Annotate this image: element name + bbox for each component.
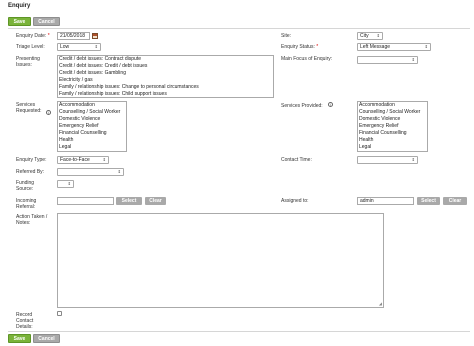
- list-item[interactable]: Credit / debt issues: Contract dispute: [58, 56, 273, 63]
- save-button-top[interactable]: Save: [8, 17, 31, 26]
- funding-source-select[interactable]: ⇕: [57, 180, 74, 188]
- incoming-referral-input[interactable]: [57, 197, 114, 205]
- enquiry-status-label: Enquiry Status: *: [281, 44, 319, 50]
- list-item[interactable]: Counselling / Social Worker: [58, 109, 126, 116]
- enquiry-date-input[interactable]: 21/05/2018: [57, 32, 90, 40]
- triage-level-value: Low: [60, 44, 70, 50]
- info-icon[interactable]: i: [46, 110, 51, 115]
- main-focus-select[interactable]: ⇕: [357, 56, 418, 64]
- referred-by-label: Referred By:: [16, 169, 45, 175]
- services-provided-listbox[interactable]: Accommodation Counselling / Social Worke…: [357, 101, 428, 152]
- incoming-referral-clear-button[interactable]: Clear: [145, 197, 166, 205]
- chevron-down-icon: ⇕: [117, 169, 121, 174]
- main-focus-label: Main Focus of Enquiry:: [281, 56, 333, 62]
- info-icon[interactable]: i: [328, 102, 333, 107]
- incoming-referral-label: Incoming Referral:: [16, 198, 37, 210]
- triage-level-select[interactable]: Low ⇕: [57, 43, 101, 51]
- chevron-down-icon: ⇕: [411, 157, 415, 162]
- list-item[interactable]: Legal: [58, 144, 126, 151]
- chevron-down-icon: ⇕: [94, 44, 98, 49]
- list-item[interactable]: Accommodation: [358, 102, 427, 109]
- chevron-down-icon: ⇕: [102, 157, 106, 162]
- list-item[interactable]: Credit / debt issues: Credit / debt issu…: [58, 63, 273, 70]
- list-item[interactable]: Health: [358, 137, 427, 144]
- list-item[interactable]: Electricity / gas: [58, 77, 273, 84]
- list-item[interactable]: Emergency Relief: [58, 123, 126, 130]
- list-item[interactable]: Accommodation: [58, 102, 126, 109]
- chevron-down-icon: ⇕: [424, 44, 428, 49]
- list-item[interactable]: Financial Counselling: [58, 130, 126, 137]
- incoming-referral-select-button[interactable]: Select: [116, 197, 142, 205]
- record-contact-details-checkbox[interactable]: [57, 311, 62, 316]
- enquiry-type-select[interactable]: Face-to-Face ⇕: [57, 156, 109, 164]
- list-item[interactable]: Domestic Violence: [58, 116, 126, 123]
- list-item[interactable]: Family / relationship issues: Child supp…: [58, 91, 273, 97]
- contact-time-select[interactable]: ⇕: [357, 156, 418, 164]
- triage-level-label: Triage Level:: [16, 44, 45, 50]
- chevron-down-icon: ⇕: [376, 33, 380, 38]
- enquiry-status-value: Left Message: [360, 44, 391, 50]
- enquiry-type-label: Enquiry Type:: [16, 157, 47, 163]
- services-requested-listbox[interactable]: Accommodation Counselling / Social Worke…: [57, 101, 127, 152]
- assigned-to-select-button[interactable]: Select: [417, 197, 440, 205]
- assigned-to-clear-button[interactable]: Clear: [443, 197, 467, 205]
- save-button-bottom[interactable]: Save: [8, 334, 31, 343]
- list-item[interactable]: Financial Counselling: [358, 130, 427, 137]
- presenting-issues-label: Presenting Issues:: [16, 56, 40, 68]
- funding-source-label: Funding Source:: [16, 180, 35, 192]
- list-item[interactable]: Legal: [358, 144, 427, 151]
- list-item[interactable]: Emergency Relief: [358, 123, 427, 130]
- cancel-button-bottom[interactable]: Cancel: [33, 334, 60, 343]
- enquiry-status-select[interactable]: Left Message ⇕: [357, 43, 431, 51]
- services-provided-label: Services Provided:: [281, 103, 323, 109]
- assigned-to-input[interactable]: admin: [357, 197, 414, 205]
- record-contact-details-label: Record Contact Details:: [16, 312, 34, 330]
- list-item[interactable]: Counselling / Social Worker: [358, 109, 427, 116]
- list-item[interactable]: Credit / debt issues: Gambling: [58, 70, 273, 77]
- site-label: Site:: [281, 33, 292, 39]
- site-value: City: [360, 33, 369, 39]
- page-title: Enquiry: [8, 3, 31, 9]
- site-select[interactable]: City ⇕: [357, 32, 383, 40]
- top-divider: [8, 28, 470, 29]
- list-item[interactable]: Domestic Violence: [358, 116, 427, 123]
- action-taken-label: Action Taken / Notes:: [16, 214, 48, 226]
- chevron-down-icon: ⇕: [67, 181, 71, 186]
- bottom-divider: [8, 331, 470, 332]
- list-item[interactable]: Health: [58, 137, 126, 144]
- enquiry-type-value: Face-to-Face: [60, 157, 90, 163]
- list-item[interactable]: Family / relationship issues: Change to …: [58, 84, 273, 91]
- presenting-issues-listbox[interactable]: Credit / debt issues: Contract dispute C…: [57, 55, 274, 98]
- services-requested-label: Services Requested:: [16, 102, 42, 114]
- enquiry-date-label: Enquiry Date: *: [16, 33, 50, 39]
- referred-by-select[interactable]: ⇕: [57, 168, 124, 176]
- chevron-down-icon: ⇕: [411, 57, 415, 62]
- action-taken-textarea[interactable]: ◢: [57, 213, 384, 308]
- resize-handle-icon[interactable]: ◢: [379, 301, 382, 306]
- calendar-icon[interactable]: [92, 33, 98, 39]
- cancel-button-top[interactable]: Cancel: [33, 17, 60, 26]
- assigned-to-label: Assigned to:: [281, 198, 309, 204]
- contact-time-label: Contact Time:: [281, 157, 312, 163]
